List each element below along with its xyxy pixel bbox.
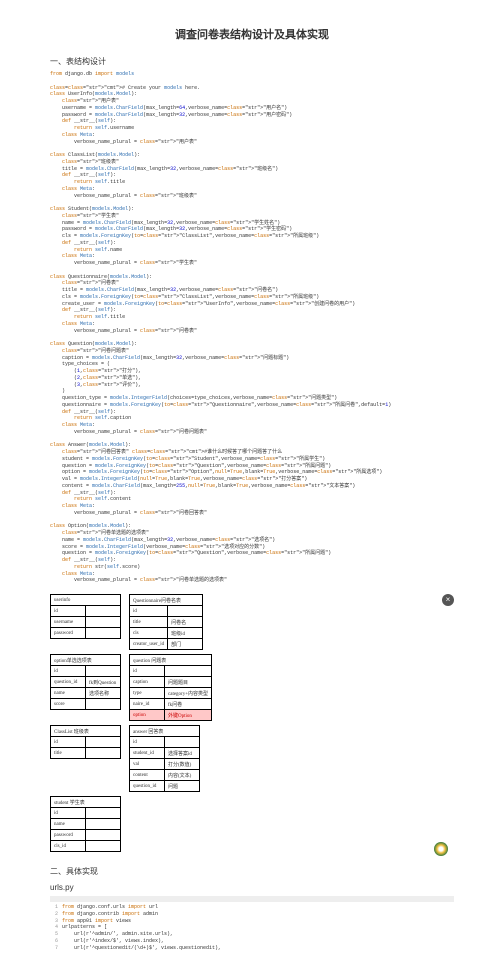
table-cell: type <box>130 688 165 699</box>
table-cell <box>165 737 200 748</box>
table-cell: content <box>130 770 165 781</box>
table-cell: 问卷名 <box>168 617 203 628</box>
code-block-models: from django.db import models class=class… <box>50 71 454 584</box>
table-cell <box>86 819 121 830</box>
table-cell <box>86 606 121 617</box>
table-cell: 选择答案id <box>165 748 200 759</box>
table-cell: username <box>51 617 86 628</box>
db-table: answer 回答表idstudent_id选择答案idval打分(数值)con… <box>129 725 200 792</box>
table-cell <box>86 617 121 628</box>
table-cell: password <box>51 830 86 841</box>
table-cell <box>86 699 121 710</box>
table-cell <box>86 666 121 677</box>
table-cell: val <box>130 759 165 770</box>
table-title: student 学生表 <box>51 797 121 808</box>
page-title: 调查问卷表结构设计及具体实现 <box>50 26 454 42</box>
table-title: option单选选项表 <box>51 655 121 666</box>
table-cell: id <box>51 606 86 617</box>
db-table: option单选选项表idquestion_idfk到Questionname选… <box>50 654 121 710</box>
table-cell: option <box>130 710 165 721</box>
code-header-bar <box>50 896 454 902</box>
table-cell <box>86 737 121 748</box>
table-cell <box>86 841 121 852</box>
table-cell: question_id <box>51 677 86 688</box>
table-cell: title <box>130 617 168 628</box>
table-title: userinfo <box>51 595 121 606</box>
table-cell: score <box>51 699 86 710</box>
urlspy-heading: urls.py <box>50 883 454 892</box>
table-cell: 部门 <box>168 639 203 650</box>
logo-icon <box>434 842 448 856</box>
table-cell: name <box>51 688 86 699</box>
table-cell <box>168 606 203 617</box>
table-cell: cls <box>130 628 168 639</box>
table-cell: student_id <box>130 748 165 759</box>
code-block-urls: 1from django.conf.urls import url 2from … <box>50 904 454 951</box>
table-cell <box>86 808 121 819</box>
table-cell: id <box>130 737 165 748</box>
table-cell: password <box>51 628 86 639</box>
table-title: answer 回答表 <box>130 726 200 737</box>
table-cell: 问题 <box>165 781 200 792</box>
section-heading-1: 一、表结构设计 <box>50 56 454 67</box>
table-cell <box>165 666 212 677</box>
db-table: question 问题表idcaption问题题目typecategory+内容… <box>129 654 212 721</box>
table-cell: 外键Option <box>165 710 212 721</box>
close-icon[interactable]: × <box>442 594 454 606</box>
section-heading-2: 二、具体实现 <box>50 866 454 877</box>
table-cell: caption <box>130 677 165 688</box>
table-cell: question_id <box>130 781 165 792</box>
tables-diagram: × userinfoidusernamepasswordQuestionnair… <box>50 594 454 852</box>
table-cell <box>86 628 121 639</box>
table-cell: 选项名称 <box>86 688 121 699</box>
table-cell: 打分(数值) <box>165 759 200 770</box>
table-cell: naire_id <box>130 699 165 710</box>
table-cell: id <box>51 737 86 748</box>
table-cell: title <box>51 748 86 759</box>
table-cell: id <box>130 606 168 617</box>
table-cell: creator_user_id <box>130 639 168 650</box>
table-cell: id <box>51 808 86 819</box>
table-cell: id <box>130 666 165 677</box>
table-title: Questionnaire问卷名表 <box>130 595 203 606</box>
table-cell: 班级id <box>168 628 203 639</box>
db-table: userinfoidusernamepassword <box>50 594 121 639</box>
table-cell <box>86 748 121 759</box>
table-cell: name <box>51 819 86 830</box>
table-cell: 问题题目 <box>165 677 212 688</box>
db-table: Questionnaire问卷名表idtitle问卷名cls班级idcreato… <box>129 594 203 650</box>
db-table: ClassList 班级表idtitle <box>50 725 121 759</box>
table-cell: fk到Question <box>86 677 121 688</box>
table-cell <box>86 830 121 841</box>
table-cell: category+内容类型 <box>165 688 212 699</box>
table-title: ClassList 班级表 <box>51 726 121 737</box>
table-cell: fk问卷 <box>165 699 212 710</box>
table-cell: id <box>51 666 86 677</box>
table-cell: cls_id <box>51 841 86 852</box>
table-title: question 问题表 <box>130 655 212 666</box>
db-table: student 学生表idnamepasswordcls_id <box>50 796 121 852</box>
table-cell: 内容(文本) <box>165 770 200 781</box>
